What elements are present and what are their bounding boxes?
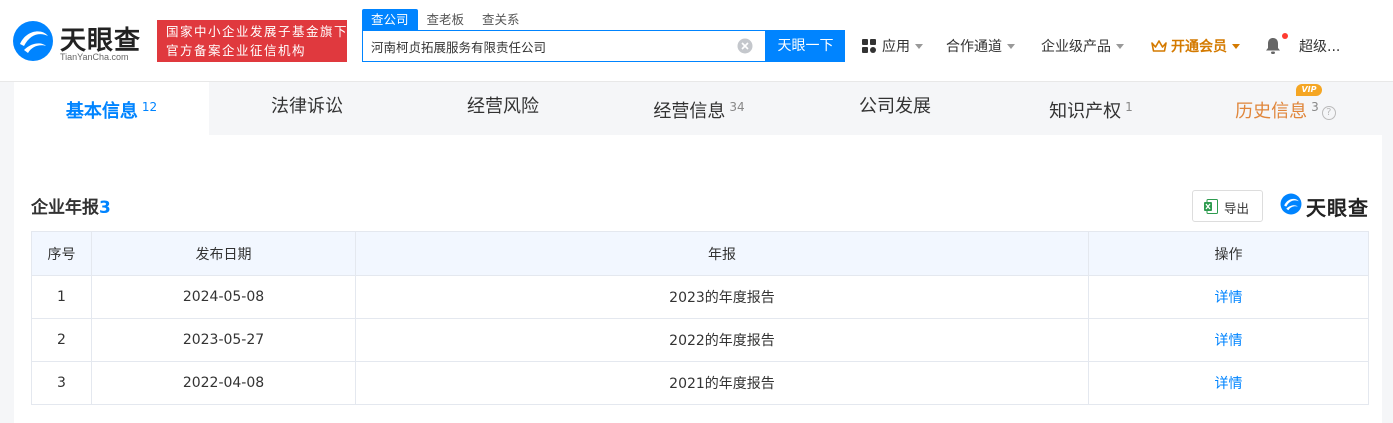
cell-date: 2022-04-08 — [91, 361, 356, 405]
search-input[interactable] — [363, 31, 733, 61]
chevron-down-icon — [1232, 43, 1240, 49]
vip-badge: VIP — [1296, 84, 1322, 96]
tab-label: 知识产权 — [1049, 101, 1122, 122]
search-tab-company[interactable]: 查公司 — [362, 9, 418, 30]
tab-count: 12 — [141, 100, 158, 114]
clear-search-icon[interactable] — [737, 38, 753, 54]
table-row: 1 2024-05-08 2023的年度报告 详情 — [31, 275, 1369, 319]
section-title-text: 企业年报 — [31, 198, 99, 218]
cell-index: 1 — [31, 275, 92, 319]
top-header: 天眼查 TianYanCha.com 国家中小企业发展子基金旗下 官方备案企业征… — [0, 0, 1393, 82]
search-tab-relation[interactable]: 查关系 — [473, 9, 529, 30]
tab-label: 经营信息 — [653, 101, 726, 122]
cell-date: 2023-05-27 — [91, 318, 356, 362]
chevron-down-icon — [1116, 43, 1124, 49]
tab-ip[interactable]: 知识产权 1 — [993, 82, 1189, 135]
search-type-tabs: 查公司 查老板 查关系 — [362, 9, 529, 30]
tab-development[interactable]: 公司发展 — [797, 82, 993, 135]
nav-partner[interactable]: 合作通道 — [946, 36, 1015, 56]
logo-mark-icon — [13, 21, 53, 61]
tab-label: 基本信息 — [65, 101, 138, 122]
tab-operation[interactable]: 经营信息 34 — [601, 82, 797, 135]
export-label: 导出 — [1224, 201, 1250, 216]
tab-risk[interactable]: 经营风险 — [405, 82, 601, 135]
header-index: 序号 — [31, 231, 92, 276]
search-box — [362, 30, 766, 62]
slogan-banner: 国家中小企业发展子基金旗下 官方备案企业征信机构 — [157, 20, 347, 62]
nav-enterprise-label: 企业级产品 — [1041, 39, 1111, 55]
logo-subtext: TianYanCha.com — [60, 52, 129, 62]
apps-grid-icon — [862, 39, 876, 53]
slogan-line-2: 官方备案企业征信机构 — [166, 43, 307, 58]
chevron-down-icon — [915, 43, 923, 49]
help-icon[interactable]: ? — [1321, 106, 1336, 120]
user-name: 超级... — [1299, 39, 1341, 55]
section-title: 企业年报3 — [31, 193, 111, 218]
company-tabs: 基本信息 12 法律诉讼 经营风险 经营信息 34 公司发展 知识产权 1 历史信息 3… — [14, 82, 1382, 135]
annual-report-table: 序号 发布日期 年报 操作 1 2024-05-08 2023的年度报告 详情 … — [31, 231, 1369, 405]
cell-report: 2022的年度报告 — [355, 318, 1089, 362]
tab-count: 1 — [1125, 100, 1133, 114]
detail-link[interactable]: 详情 — [1088, 275, 1369, 319]
search-tab-boss[interactable]: 查老板 — [418, 9, 474, 30]
nav-apps-label: 应用 — [882, 39, 910, 55]
table-header-row: 序号 发布日期 年报 操作 — [31, 231, 1369, 276]
export-button[interactable]: 导出 — [1192, 190, 1263, 222]
excel-icon — [1204, 199, 1218, 214]
cell-index: 2 — [31, 318, 92, 362]
header-report: 年报 — [355, 231, 1089, 276]
tab-count: 34 — [729, 100, 745, 114]
cell-date: 2024-05-08 — [91, 275, 356, 319]
cell-report: 2023的年度报告 — [355, 275, 1089, 319]
tab-label: 公司发展 — [859, 96, 931, 117]
slogan-line-1: 国家中小企业发展子基金旗下 — [166, 24, 349, 39]
notification-dot — [1282, 33, 1288, 39]
tab-label: 历史信息 — [1235, 101, 1308, 122]
nav-enterprise[interactable]: 企业级产品 — [1041, 36, 1124, 56]
tab-label: 法律诉讼 — [271, 96, 343, 117]
search-button[interactable]: 天眼一下 — [766, 30, 845, 62]
nav-apps[interactable]: 应用 — [862, 36, 923, 56]
tab-history[interactable]: 历史信息 3? — [1189, 82, 1382, 135]
section-count: 3 — [99, 198, 111, 218]
cell-index: 3 — [31, 361, 92, 405]
nav-partner-label: 合作通道 — [946, 39, 1002, 55]
cell-report: 2021的年度报告 — [355, 361, 1089, 405]
tab-legal[interactable]: 法律诉讼 — [209, 82, 405, 135]
tab-label: 经营风险 — [467, 96, 539, 117]
tab-count: 3 — [1311, 100, 1319, 114]
header-date: 发布日期 — [91, 231, 356, 276]
user-menu[interactable]: 超级... — [1299, 36, 1340, 56]
bell-icon — [1266, 38, 1280, 54]
table-row: 3 2022-04-08 2021的年度报告 详情 — [31, 361, 1369, 405]
annual-report-section: 企业年报3 导出 天眼查 序号 发布日期 年报 操作 1 2024-05-08 … — [14, 135, 1382, 423]
logo-mark-icon — [1280, 193, 1302, 215]
detail-link[interactable]: 详情 — [1088, 361, 1369, 405]
detail-link[interactable]: 详情 — [1088, 318, 1369, 362]
chevron-down-icon — [1007, 43, 1015, 49]
site-logo[interactable]: 天眼查 TianYanCha.com — [12, 18, 152, 66]
nav-vip[interactable]: 开通会员 — [1151, 36, 1240, 56]
header-action: 操作 — [1088, 231, 1369, 276]
notification-bell[interactable] — [1265, 36, 1281, 56]
nav-vip-label: 开通会员 — [1171, 39, 1227, 55]
watermark-text: 天眼查 — [1306, 196, 1369, 220]
crown-icon — [1151, 39, 1167, 52]
tab-basic-info[interactable]: 基本信息 12 — [14, 82, 209, 135]
table-row: 2 2023-05-27 2022的年度报告 详情 — [31, 318, 1369, 362]
